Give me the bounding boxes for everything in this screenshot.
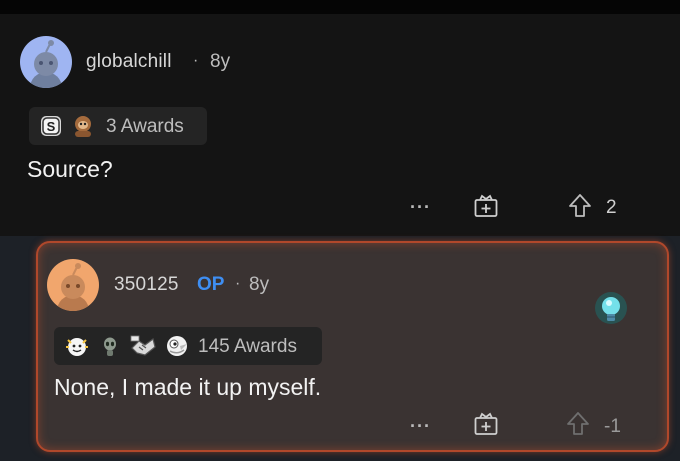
awards-pill[interactable]: 145 Awards: [54, 327, 322, 365]
gift-icon[interactable]: [473, 193, 499, 224]
reply-comment: 350125 OP · 8y 145 Awards None, I made i…: [36, 241, 669, 452]
wholesome-seal-icon: [64, 334, 90, 363]
comment-body: None, I made it up myself.: [54, 374, 322, 400]
snoo-avatar-icon: [30, 40, 62, 88]
reply-thread: 350125 OP · 8y 145 Awards None, I made i…: [0, 236, 680, 461]
silver-s-icon: S: [40, 115, 62, 142]
gift-icon[interactable]: [473, 411, 499, 442]
comment-age: 8y: [210, 51, 231, 72]
comment-body: Source?: [27, 156, 113, 182]
vote-count: -1: [604, 416, 621, 437]
awards-pill[interactable]: S 3 Awards: [29, 107, 207, 145]
awards-count: 145 Awards: [198, 336, 297, 357]
more-options-button[interactable]: ···: [410, 416, 431, 437]
more-options-button[interactable]: ···: [410, 197, 431, 218]
op-badge: OP: [197, 274, 225, 295]
sloth-award-icon: [70, 113, 96, 144]
lightbulb-icon: [593, 290, 629, 335]
upvote-arrow-icon[interactable]: [565, 411, 591, 442]
svg-text:S: S: [47, 119, 56, 134]
snoo-avatar-icon: [57, 263, 89, 311]
alien-ghost-icon: [101, 336, 119, 363]
awards-count: 3 Awards: [106, 116, 184, 137]
handshake-award-icon: [129, 333, 157, 364]
bird-award-icon: [164, 334, 190, 363]
vote-count: 2: [606, 197, 617, 218]
upvote-arrow-icon[interactable]: [567, 193, 593, 224]
separator-dot: ·: [193, 52, 199, 69]
user-avatar[interactable]: [47, 259, 99, 311]
comment-age: 8y: [249, 274, 270, 295]
top-bar-strip: [0, 0, 680, 14]
separator-dot: ·: [235, 275, 241, 292]
username[interactable]: 350125: [114, 274, 179, 296]
user-avatar[interactable]: [20, 36, 72, 88]
parent-comment: globalchill · 8y S 3 Awards Source? ···: [0, 14, 680, 236]
username[interactable]: globalchill: [86, 51, 172, 73]
